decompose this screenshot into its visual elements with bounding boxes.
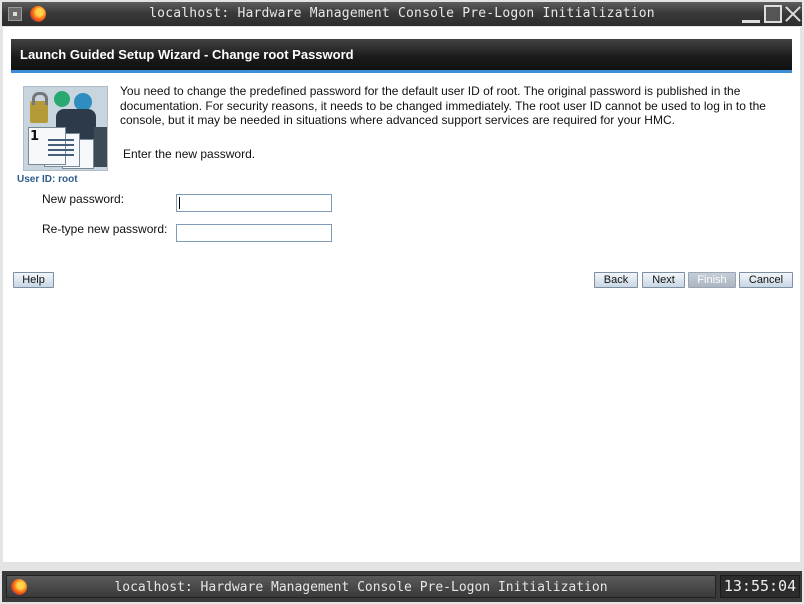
taskbar: localhost: Hardware Management Console P… <box>2 571 802 602</box>
wizard-content: Launch Guided Setup Wizard - Change root… <box>3 27 800 562</box>
taskbar-task-button[interactable]: localhost: Hardware Management Console P… <box>6 575 716 598</box>
new-password-field[interactable] <box>176 194 332 212</box>
clock: 13:55:04 <box>720 575 800 598</box>
help-button[interactable]: Help <box>13 272 54 288</box>
back-button[interactable]: Back <box>594 272 638 288</box>
maximize-icon[interactable] <box>764 5 782 23</box>
next-button[interactable]: Next <box>642 272 685 288</box>
screen: localhost: Hardware Management Console P… <box>0 0 804 604</box>
description-text: You need to change the predefined passwo… <box>120 84 766 127</box>
retype-password-label: Re-type new password: <box>42 222 168 236</box>
close-icon[interactable] <box>784 5 802 23</box>
prompt-text: Enter the new password. <box>123 147 256 161</box>
wizard-title: Launch Guided Setup Wizard - Change root… <box>20 47 354 62</box>
window-title: localhost: Hardware Management Console P… <box>149 6 655 21</box>
finish-button[interactable]: Finish <box>688 272 736 288</box>
retype-password-field[interactable] <box>176 224 332 242</box>
password-wizard-icon: 1 <box>23 86 108 171</box>
wizard-banner: Launch Guided Setup Wizard - Change root… <box>11 39 792 73</box>
user-id-label: User ID: root <box>17 174 78 185</box>
new-password-label: New password: <box>42 192 125 206</box>
cancel-button[interactable]: Cancel <box>739 272 793 288</box>
minimize-icon[interactable] <box>742 5 760 23</box>
taskbar-task-title: localhost: Hardware Management Console P… <box>114 580 608 595</box>
window-titlebar[interactable]: localhost: Hardware Management Console P… <box>2 2 802 26</box>
